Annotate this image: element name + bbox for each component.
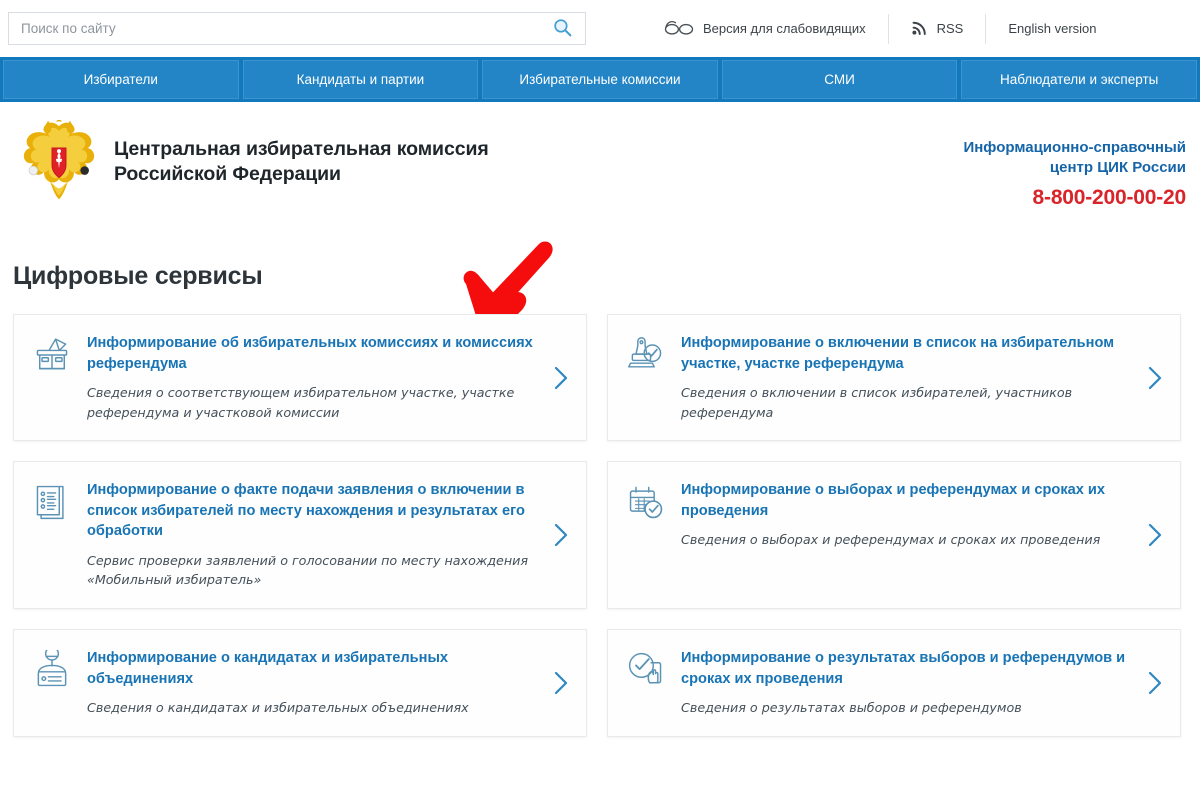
- service-card-title: Информирование о факте подачи заявления …: [87, 482, 525, 540]
- main-navigation: Избиратели Кандидаты и партии Избиратель…: [0, 57, 1200, 102]
- site-title: Центральная избирательная комиссия Росси…: [114, 137, 489, 187]
- calendar-check-icon: [626, 482, 666, 522]
- service-card-results[interactable]: Информирование о результатах выборов и р…: [607, 629, 1181, 737]
- glasses-icon: [664, 19, 694, 39]
- service-card-title: Информирование об избирательных комиссия…: [87, 335, 533, 372]
- stamp-check-icon: [626, 335, 666, 375]
- site-title-line-1: Центральная избирательная комиссия: [114, 138, 489, 161]
- ballot-box-icon: [32, 335, 72, 375]
- digital-services-section: Цифровые сервисы Информирование об избир…: [0, 238, 1200, 737]
- site-header: Центральная избирательная комиссия Росси…: [0, 102, 1200, 238]
- russian-coat-of-arms-icon: [20, 118, 98, 204]
- chevron-right-icon[interactable]: [1144, 668, 1166, 698]
- search-box[interactable]: [8, 12, 586, 45]
- service-card-description: Сведения о результатах выборов и референ…: [681, 700, 1022, 716]
- service-card-description: Сведения о выборах и референдумах и срок…: [681, 532, 1101, 548]
- info-center-title: Информационно-справочный центр ЦИК Росси…: [963, 138, 1186, 177]
- nav-item-media[interactable]: СМИ: [721, 60, 958, 99]
- top-utility-bar: Версия для слабовидящих RSS English vers…: [0, 0, 1200, 57]
- service-card-title: Информирование о выборах и референдумах …: [681, 482, 1106, 519]
- service-card-title: Информирование о включении в список на и…: [681, 335, 1114, 372]
- chevron-right-icon[interactable]: [550, 363, 572, 393]
- accessibility-version-label: Версия для слабовидящих: [703, 21, 866, 36]
- rss-label: RSS: [936, 21, 964, 36]
- search-icon: [552, 17, 573, 41]
- nav-item-label: Избиратели: [83, 72, 158, 87]
- hand-check-icon: [626, 650, 666, 690]
- nav-item-election-commissions[interactable]: Избирательные комиссии: [482, 60, 718, 99]
- nav-item-voters[interactable]: Избиратели: [3, 60, 239, 99]
- nav-item-label: СМИ: [824, 72, 855, 87]
- chevron-right-icon[interactable]: [550, 520, 572, 550]
- info-center-block: Информационно-справочный центр ЦИК Росси…: [963, 138, 1186, 210]
- search-button[interactable]: [539, 13, 585, 44]
- service-card-title: Информирование о результатах выборов и р…: [681, 650, 1126, 687]
- rss-link[interactable]: RSS: [911, 19, 964, 39]
- site-logo-block[interactable]: Центральная избирательная комиссия Росси…: [20, 118, 489, 204]
- info-center-phone[interactable]: 8-800-200-00-20: [963, 186, 1187, 210]
- info-center-line-2: центр ЦИК России: [1049, 158, 1186, 176]
- service-card-description: Сведения о включении в список избирателе…: [681, 385, 1073, 420]
- chevron-right-icon[interactable]: [1144, 520, 1166, 550]
- utility-separator-1: [887, 13, 889, 44]
- nav-item-label: Избирательные комиссии: [519, 72, 681, 87]
- document-list-icon: [32, 482, 72, 522]
- site-title-line-2: Российской Федерации: [114, 163, 341, 185]
- accessibility-version-link[interactable]: Версия для слабовидящих: [660, 19, 866, 39]
- services-grid: Информирование об избирательных комиссия…: [13, 314, 1187, 737]
- service-card-title: Информирование о кандидатах и избиратель…: [87, 650, 449, 687]
- nav-item-label: Наблюдатели и эксперты: [1000, 72, 1159, 87]
- service-card-voter-list-inclusion[interactable]: Информирование о включении в список на и…: [607, 314, 1181, 442]
- nav-item-label: Кандидаты и партии: [296, 72, 425, 87]
- service-card-description: Сведения о кандидатах и избирательных об…: [87, 700, 469, 716]
- service-card-candidates[interactable]: Информирование о кандидатах и избиратель…: [13, 629, 587, 737]
- english-version-label: English version: [1008, 21, 1097, 36]
- chevron-right-icon[interactable]: [550, 668, 572, 698]
- english-version-link[interactable]: English version: [1008, 21, 1100, 36]
- nav-item-observers-experts[interactable]: Наблюдатели и эксперты: [961, 60, 1197, 99]
- service-card-commissions[interactable]: Информирование об избирательных комиссия…: [13, 314, 587, 442]
- rss-icon: [911, 19, 928, 39]
- nav-item-candidates-parties[interactable]: Кандидаты и партии: [242, 60, 479, 99]
- utility-links: Версия для слабовидящих RSS English vers…: [660, 0, 1101, 57]
- utility-separator-2: [985, 13, 987, 44]
- chevron-right-icon[interactable]: [1144, 363, 1166, 393]
- page-title: Цифровые сервисы: [13, 262, 263, 290]
- service-card-application-status[interactable]: Информирование о факте подачи заявления …: [13, 461, 587, 610]
- service-card-description: Сведения о соответствующем избирательном…: [87, 385, 515, 420]
- service-card-description: Сервис проверки заявлений о голосовании …: [87, 553, 529, 588]
- service-card-elections-schedule[interactable]: Информирование о выборах и референдумах …: [607, 461, 1181, 610]
- search-input[interactable]: [9, 21, 539, 36]
- candidate-person-icon: [32, 646, 72, 690]
- info-center-line-1: Информационно-справочный: [963, 139, 1186, 156]
